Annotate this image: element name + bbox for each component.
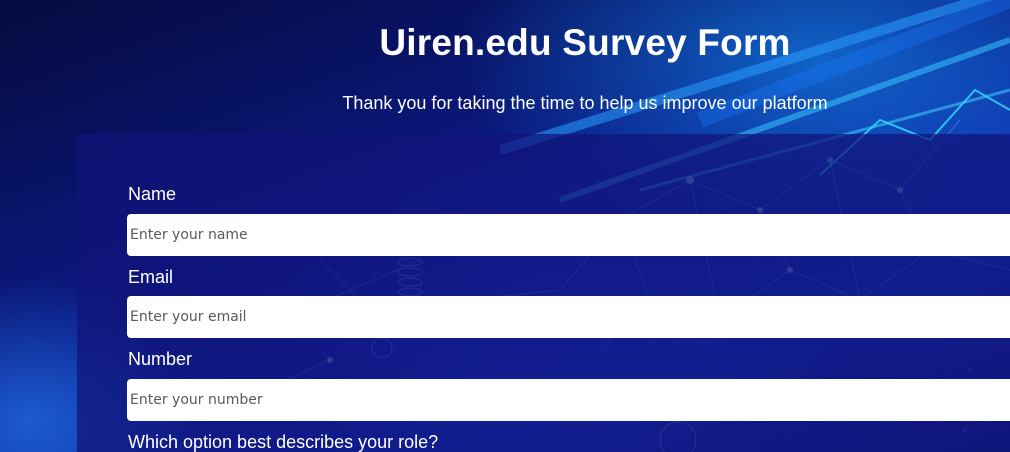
number-label: Number	[128, 349, 193, 369]
email-label: Email	[128, 267, 174, 287]
number-input[interactable]	[127, 379, 1010, 421]
name-label: Name	[128, 184, 177, 204]
email-input[interactable]	[127, 296, 1010, 338]
page-subtitle: Thank you for taking the time to help us…	[342, 93, 828, 113]
role-question-label: Which option best describes your role?	[128, 432, 439, 452]
page-title: Uiren.edu Survey Form	[379, 22, 791, 63]
name-input[interactable]	[127, 214, 1010, 256]
